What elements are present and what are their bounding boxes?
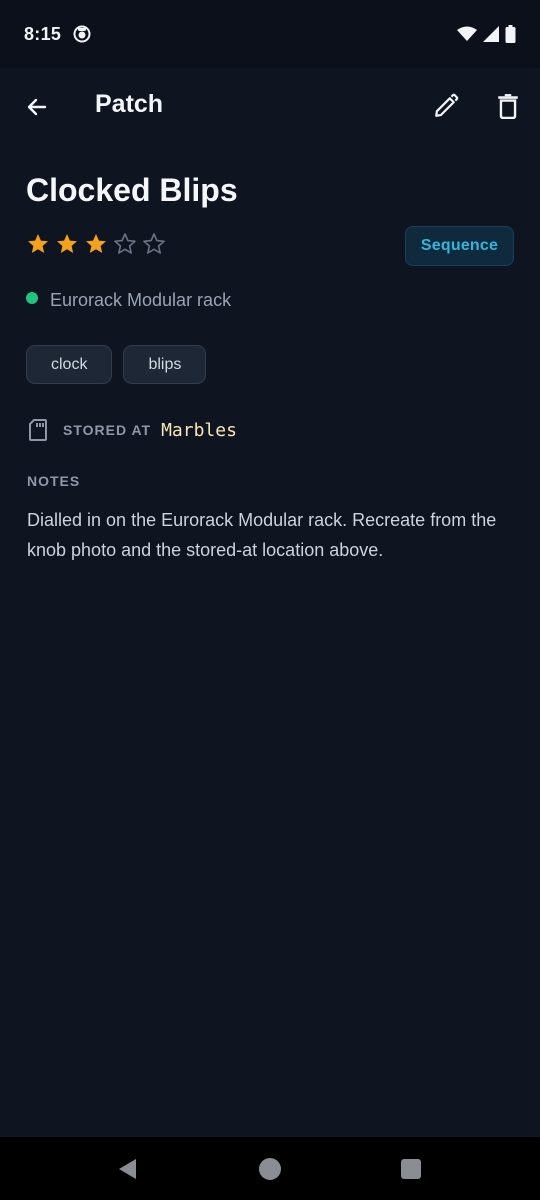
stored-at-value: Marbles [161, 419, 237, 441]
back-arrow-icon [27, 98, 47, 116]
edit-pencil-icon [435, 93, 459, 117]
notes-text: Dialled in on the Eurorack Modular rack.… [27, 510, 497, 560]
wifi-icon [457, 26, 477, 41]
delete-trash-icon [498, 94, 518, 119]
top-app-bar: Patch [0, 68, 540, 144]
status-time: 8:15 [24, 23, 62, 44]
star-filled-icon[interactable] [84, 232, 108, 256]
rack-row: Eurorack Modular rack [26, 290, 231, 311]
system-navigation-bar [0, 1137, 540, 1200]
stored-at-row: STORED AT Marbles [28, 418, 237, 442]
delete-button[interactable] [488, 86, 528, 126]
star-filled-icon[interactable] [26, 232, 50, 256]
nav-home-icon[interactable] [258, 1157, 282, 1181]
page-title: Patch [95, 90, 164, 118]
tag-list: clock blips [26, 345, 207, 384]
status-bar: 8:15 [0, 0, 540, 68]
rack-status-dot [26, 291, 38, 304]
app-notification-icon [73, 25, 91, 43]
edit-button[interactable] [426, 86, 466, 126]
star-filled-icon[interactable] [55, 232, 79, 256]
category-chip: Sequence [405, 226, 514, 266]
nav-back-icon[interactable] [116, 1157, 140, 1181]
star-empty-icon[interactable] [113, 232, 137, 256]
tag-chip[interactable]: blips [123, 345, 207, 384]
patch-detail-screen: 8:15 Patch Clocked Blips Sequence Eurora… [0, 0, 540, 1200]
nav-recents-icon[interactable] [400, 1158, 422, 1180]
sd-card-icon [29, 419, 47, 441]
star-empty-icon[interactable] [142, 232, 166, 256]
stored-at-label: STORED AT [63, 422, 152, 438]
status-icons [457, 25, 516, 43]
signal-icon [483, 26, 499, 42]
notes-heading: NOTES [27, 473, 81, 489]
star-rating [26, 232, 166, 256]
back-button[interactable] [18, 88, 56, 126]
tag-chip[interactable]: clock [26, 345, 113, 384]
rack-name: Eurorack Modular rack [50, 290, 232, 310]
patch-name: Clocked Blips [26, 172, 238, 208]
battery-icon [505, 25, 516, 43]
